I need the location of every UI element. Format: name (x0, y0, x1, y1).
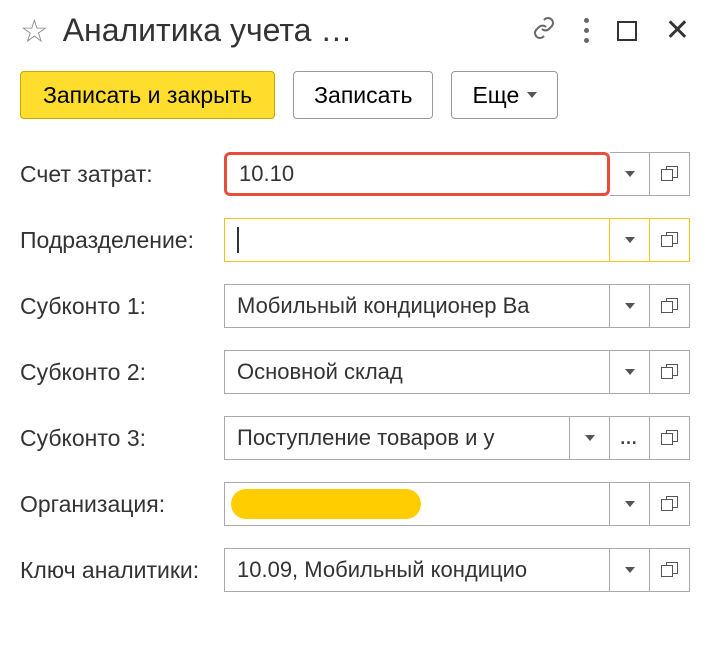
popout-icon (661, 430, 679, 446)
chevron-down-icon (625, 567, 635, 573)
row-sub3: Субконто 3: Поступление товаров и у … (20, 405, 690, 471)
input-sub2[interactable]: Основной склад (224, 350, 610, 394)
value-account: 10.10 (239, 161, 294, 187)
row-department: Подразделение: (20, 207, 690, 273)
label-key: Ключ аналитики: (20, 557, 224, 584)
row-org: Организация: (20, 471, 690, 537)
titlebar: ☆ Аналитика учета … ✕ (0, 0, 710, 57)
chevron-down-icon (625, 369, 635, 375)
popout-icon (661, 562, 679, 578)
label-department: Подразделение: (20, 227, 224, 254)
dropdown-sub3[interactable] (570, 416, 610, 460)
field-department (224, 218, 690, 262)
save-and-close-button[interactable]: Записать и закрыть (20, 71, 275, 119)
label-sub1: Субконто 1: (20, 293, 224, 320)
input-sub1[interactable]: Мобильный кондиционер Ва (224, 284, 610, 328)
dropdown-account[interactable] (610, 152, 650, 196)
popout-icon (661, 496, 679, 512)
value-sub2: Основной склад (237, 359, 403, 385)
save-button[interactable]: Записать (293, 71, 433, 119)
chevron-down-icon (585, 435, 595, 441)
value-key: 10.09, Мобильный кондицио (237, 557, 527, 583)
input-department[interactable] (224, 218, 610, 262)
popout-department[interactable] (650, 218, 690, 262)
row-sub1: Субконто 1: Мобильный кондиционер Ва (20, 273, 690, 339)
field-sub3: Поступление товаров и у … (224, 416, 690, 460)
value-sub3: Поступление товаров и у (237, 425, 495, 451)
popout-key[interactable] (650, 548, 690, 592)
input-account[interactable]: 10.10 (224, 152, 610, 196)
popout-sub2[interactable] (650, 350, 690, 394)
input-key[interactable]: 10.09, Мобильный кондицио (224, 548, 610, 592)
label-org: Организация: (20, 491, 224, 518)
dropdown-sub2[interactable] (610, 350, 650, 394)
dropdown-sub1[interactable] (610, 284, 650, 328)
row-account: Счет затрат: 10.10 (20, 141, 690, 207)
redacted-overlay (231, 489, 421, 519)
field-key: 10.09, Мобильный кондицио (224, 548, 690, 592)
row-sub2: Субконто 2: Основной склад (20, 339, 690, 405)
ellipsis-sub3[interactable]: … (610, 416, 650, 460)
popout-icon (661, 166, 679, 182)
favorite-star-icon[interactable]: ☆ (20, 15, 49, 47)
popout-icon (661, 364, 679, 380)
value-sub1: Мобильный кондиционер Ва (237, 293, 530, 319)
popout-account[interactable] (650, 152, 690, 196)
text-cursor (237, 227, 239, 253)
popout-sub1[interactable] (650, 284, 690, 328)
field-sub2: Основной склад (224, 350, 690, 394)
chevron-down-icon (625, 237, 635, 243)
popout-org[interactable] (650, 482, 690, 526)
input-sub3[interactable]: Поступление товаров и у (224, 416, 570, 460)
ellipsis-icon: … (620, 428, 640, 449)
chevron-down-icon (625, 501, 635, 507)
row-key: Ключ аналитики: 10.09, Мобильный кондици… (20, 537, 690, 603)
dropdown-department[interactable] (610, 218, 650, 262)
popout-icon (661, 232, 679, 248)
popout-sub3[interactable] (650, 416, 690, 460)
label-sub2: Субконто 2: (20, 359, 224, 386)
form: Счет затрат: 10.10 Подразделение: Субкон… (0, 141, 710, 603)
window-title: Аналитика учета … (63, 12, 518, 49)
label-account: Счет затрат: (20, 161, 224, 188)
field-org (224, 482, 690, 526)
dropdown-org[interactable] (610, 482, 650, 526)
input-org[interactable] (224, 482, 610, 526)
maximize-icon[interactable] (617, 21, 637, 41)
toolbar: Записать и закрыть Записать Еще (0, 57, 710, 141)
more-button[interactable]: Еще (451, 71, 558, 119)
field-account: 10.10 (224, 152, 690, 196)
popout-icon (661, 298, 679, 314)
chevron-down-icon (625, 171, 635, 177)
label-sub3: Субконто 3: (20, 425, 224, 452)
window: ☆ Аналитика учета … ✕ Записать и закрыть… (0, 0, 710, 646)
field-sub1: Мобильный кондиционер Ва (224, 284, 690, 328)
title-controls: ✕ (532, 16, 690, 46)
link-icon[interactable] (532, 16, 556, 45)
chevron-down-icon (625, 303, 635, 309)
close-icon[interactable]: ✕ (665, 16, 690, 46)
kebab-menu-icon[interactable] (584, 18, 589, 43)
dropdown-key[interactable] (610, 548, 650, 592)
